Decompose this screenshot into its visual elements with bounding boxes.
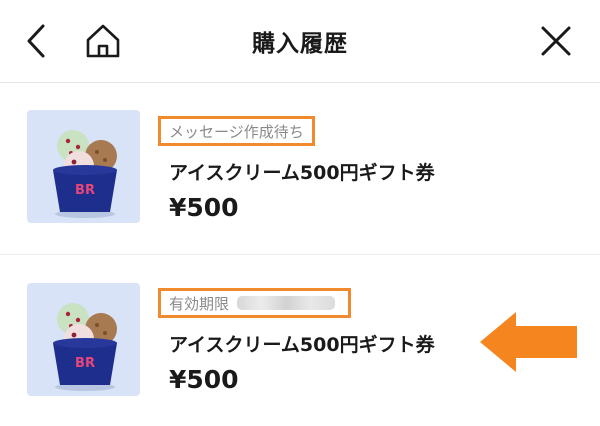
redacted-date [237,296,336,310]
purchase-item[interactable]: BR 有効期限 アイスクリーム500円ギフト券 ¥500 [0,256,600,426]
chevron-left-icon [27,24,45,58]
status-badge: メッセージ作成待ち [158,116,315,146]
product-name: アイスクリーム500円ギフト券 [169,162,435,184]
ice-cream-thumbnail: BR [27,283,140,396]
ice-cream-cup-image: BR [53,130,117,218]
ice-cream-cup-image: BR [53,303,117,391]
expiry-badge: 有効期限 [158,288,351,318]
purchase-item[interactable]: BR メッセージ作成待ち アイスクリーム500円ギフト券 ¥500 [0,84,600,255]
back-button[interactable] [12,17,60,65]
expiry-label: 有効期限 [169,294,230,313]
home-icon [86,24,120,58]
close-button[interactable] [532,17,580,65]
product-price: ¥500 [169,193,239,222]
page-title: 購入履歴 [252,31,348,57]
home-button[interactable] [79,17,127,65]
arrow-left-icon [480,312,577,372]
product-name: アイスクリーム500円ギフト券 [169,334,435,356]
header-bar: 購入履歴 [0,0,600,83]
status-text: メッセージ作成待ち [169,122,304,141]
svg-text:BR: BR [75,356,95,371]
ice-cream-thumbnail: BR [27,110,140,223]
close-icon [541,26,571,56]
product-price: ¥500 [169,365,239,394]
svg-text:BR: BR [75,183,95,198]
